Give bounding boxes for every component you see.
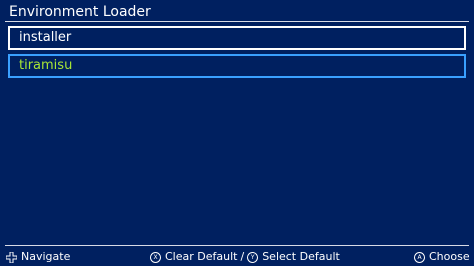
app-title: Environment Loader bbox=[9, 4, 151, 20]
footer-choose-hint: A Choose bbox=[414, 249, 470, 265]
footer-default-hints: X Clear Default / Y Select Default bbox=[150, 249, 340, 265]
choose-label: Choose bbox=[429, 250, 470, 263]
clear-default-label: Clear Default bbox=[165, 250, 238, 263]
list-item-installer[interactable]: installer bbox=[8, 26, 466, 50]
footer-navigate-hint: Navigate bbox=[6, 249, 70, 265]
environment-list: installer tiramisu bbox=[8, 26, 466, 82]
dpad-icon bbox=[6, 251, 17, 263]
select-default-label: Select Default bbox=[262, 250, 340, 263]
top-divider bbox=[5, 21, 469, 22]
bottom-divider bbox=[5, 245, 469, 246]
navigate-label: Navigate bbox=[21, 250, 71, 263]
a-button-icon: A bbox=[414, 251, 425, 263]
y-button-icon: Y bbox=[247, 251, 259, 263]
x-button-icon: X bbox=[150, 251, 161, 263]
list-item-tiramisu[interactable]: tiramisu bbox=[8, 54, 466, 78]
hint-separator: / bbox=[240, 250, 245, 263]
